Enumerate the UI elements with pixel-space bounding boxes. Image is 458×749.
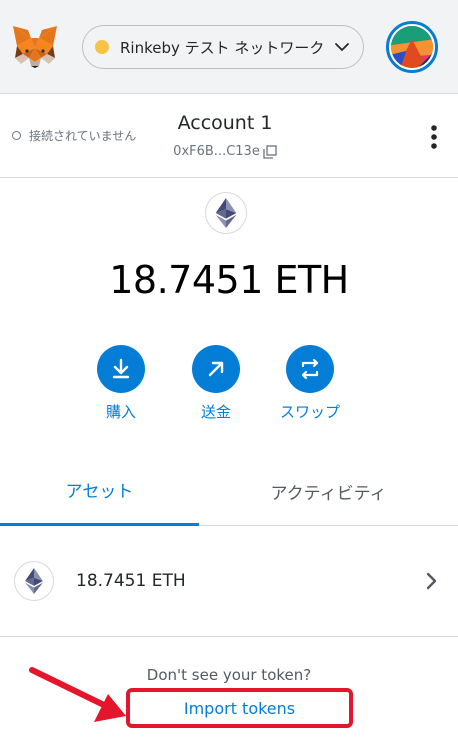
swap-button[interactable]: スワップ	[265, 345, 355, 422]
buy-button-circle	[97, 345, 145, 393]
connection-status-label: 接続されていません	[29, 129, 137, 143]
copy-icon	[263, 144, 277, 159]
asset-token-logo	[14, 561, 54, 601]
account-name: Account 1	[177, 112, 273, 134]
buy-button[interactable]: 購入	[76, 345, 166, 422]
account-bar: 接続されていません Account 1 0xF6B...C13e	[0, 94, 458, 178]
metamask-fox-logo[interactable]	[11, 24, 59, 70]
download-icon	[112, 358, 130, 379]
copy-address-button[interactable]: 0xF6B...C13e	[140, 144, 310, 159]
disconnected-icon	[12, 131, 21, 140]
swap-button-circle	[286, 345, 334, 393]
wallet-actions: 購入 送金 スワップ	[0, 345, 458, 425]
tab-assets[interactable]: アセット	[0, 456, 199, 526]
import-tokens-link[interactable]: Import tokens	[126, 688, 353, 728]
asset-amount: 18.7451 ETH	[76, 571, 186, 591]
account-options-button[interactable]	[424, 124, 444, 150]
account-avatar[interactable]	[386, 21, 438, 73]
wallet-tabs: アセット アクティビティ	[0, 456, 458, 526]
arrow-up-right-icon	[208, 361, 224, 377]
buy-label: 購入	[105, 403, 136, 421]
network-label: Rinkeby テスト ネットワーク	[120, 38, 325, 57]
send-label: 送金	[200, 403, 231, 421]
tab-activity[interactable]: アクティビティ	[199, 456, 458, 526]
network-status-dot	[95, 40, 109, 54]
account-address: 0xF6B...C13e	[173, 144, 260, 159]
kebab-menu-icon	[431, 125, 437, 149]
send-button[interactable]: 送金	[171, 345, 261, 422]
connection-status[interactable]: 接続されていません	[12, 127, 136, 144]
ethereum-icon	[25, 568, 43, 594]
balance-amount: 18.7451 ETH	[109, 258, 349, 302]
network-selector[interactable]: Rinkeby テスト ネットワーク	[82, 25, 364, 69]
missing-token-prompt: Don't see your token?	[146, 666, 312, 684]
asset-list-item[interactable]: 18.7451 ETH	[0, 527, 458, 637]
ethereum-logo	[205, 192, 247, 234]
chevron-right-icon	[426, 572, 437, 590]
send-button-circle	[192, 345, 240, 393]
ethereum-icon	[215, 198, 237, 228]
chevron-down-icon	[335, 43, 349, 51]
swap-icon	[301, 358, 319, 380]
app-header: Rinkeby テスト ネットワーク	[0, 0, 458, 94]
swap-label: スワップ	[279, 403, 340, 421]
